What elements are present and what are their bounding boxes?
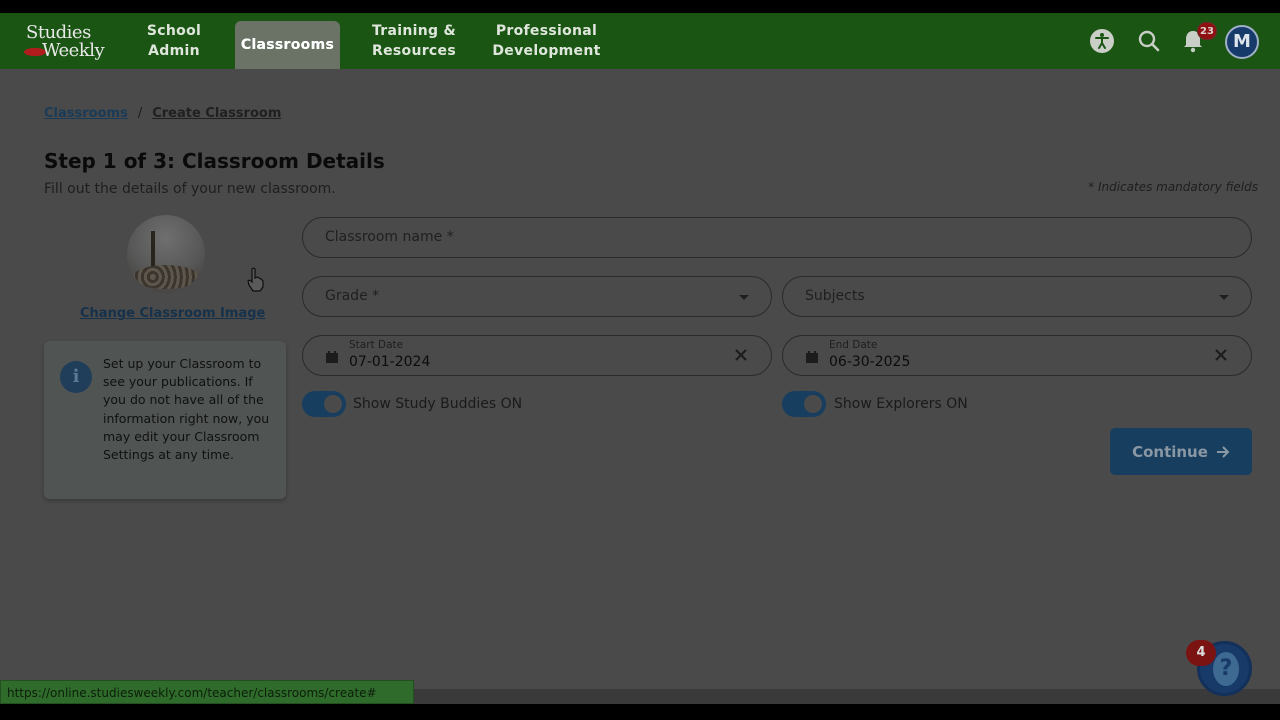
search-icon[interactable] [1134, 13, 1164, 69]
start-date-value: 07-01-2024 [349, 354, 431, 370]
subjects-placeholder: Subjects [805, 288, 865, 304]
breadcrumb-current: Create Classroom [152, 106, 282, 121]
page-title: Step 1 of 3: Classroom Details [44, 149, 385, 173]
explorers-toggle[interactable] [782, 391, 826, 417]
study-buddies-toggle[interactable] [302, 391, 346, 417]
nav-training-label: Training & Resources [372, 23, 456, 59]
nav-training-resources[interactable]: Training & Resources [362, 13, 466, 69]
grade-caret-down-icon [739, 295, 749, 300]
bottom-band [0, 704, 1280, 720]
continue-button[interactable]: Continue [1110, 428, 1252, 475]
image-stones [133, 265, 199, 289]
nav-school-admin[interactable]: School Admin [136, 13, 212, 69]
accessibility-icon[interactable] [1087, 13, 1117, 69]
user-avatar[interactable]: M [1225, 25, 1259, 59]
explorers-toggle-knob [804, 395, 822, 413]
study-buddies-toggle-knob [324, 395, 342, 413]
header: Studies Weekly School Admin Classrooms T… [0, 13, 1280, 69]
classroom-name-placeholder: Classroom name * [325, 229, 454, 245]
nav-professional-development[interactable]: Professional Development [484, 13, 609, 69]
nav-classrooms-label: Classrooms [240, 37, 335, 53]
help-question-icon: ? [1213, 652, 1239, 686]
start-date-field[interactable]: Start Date 07-01-2024 [302, 335, 772, 376]
bottom-strip [414, 689, 1280, 704]
breadcrumb: Classrooms / Create Classroom [44, 106, 281, 121]
breadcrumb-separator: / [137, 106, 143, 121]
start-date-clear-icon[interactable] [733, 347, 749, 367]
change-classroom-image-link[interactable]: Change Classroom Image [80, 306, 265, 321]
info-icon: i [60, 361, 92, 393]
classroom-image[interactable] [127, 215, 205, 293]
breadcrumb-classrooms-link[interactable]: Classrooms [44, 106, 128, 121]
explorers-label: Show Explorers ON [834, 396, 968, 412]
hand-cursor-icon [246, 267, 266, 297]
arrow-right-icon [1216, 445, 1230, 458]
study-buddies-label: Show Study Buddies ON [353, 396, 523, 412]
nav-classrooms[interactable]: Classrooms [235, 21, 340, 69]
status-url: https://online.studiesweekly.com/teacher… [0, 680, 414, 704]
top-band [0, 0, 1280, 13]
screen: Studies Weekly School Admin Classrooms T… [0, 0, 1280, 720]
page-subtitle: Fill out the details of your new classro… [44, 181, 336, 197]
main-content: Classrooms / Create Classroom Step 1 of 3:… [0, 69, 1280, 689]
end-date-clear-icon[interactable] [1213, 347, 1229, 367]
info-text: Set up your Classroom to see your public… [103, 356, 270, 463]
notification-badge: 23 [1197, 22, 1217, 40]
grade-placeholder: Grade * [325, 288, 380, 304]
end-date-value: 06-30-2025 [829, 354, 911, 370]
info-box: i Set up your Classroom to see your publ… [44, 341, 286, 499]
help-badge: 4 [1186, 640, 1216, 666]
nav-pd-label: Professional Development [492, 23, 601, 59]
end-date-field[interactable]: End Date 06-30-2025 [782, 335, 1252, 376]
start-calendar-icon [325, 349, 339, 368]
end-date-label: End Date [829, 339, 878, 351]
start-date-label: Start Date [349, 339, 404, 351]
logo-line2: Weekly [42, 40, 105, 61]
continue-label: Continue [1132, 442, 1208, 461]
nav-school-admin-label: School Admin [146, 23, 202, 59]
end-calendar-icon [805, 349, 819, 368]
studies-weekly-logo[interactable]: Studies Weekly [24, 22, 116, 64]
grade-select[interactable]: Grade * [302, 276, 772, 317]
classroom-name-input[interactable]: Classroom name * [302, 217, 1252, 258]
subjects-caret-down-icon [1219, 295, 1229, 300]
subjects-select[interactable]: Subjects [782, 276, 1252, 317]
mandatory-note: * Indicates mandatory fields [1088, 180, 1258, 194]
